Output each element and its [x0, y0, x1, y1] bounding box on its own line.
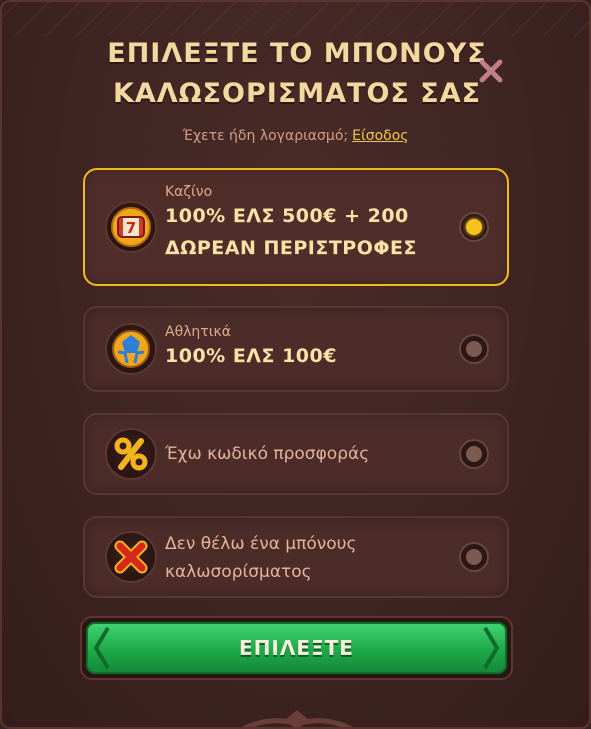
bonus-selection-modal: ΕΠΙΛΕΞΤΕ ΤΟ ΜΠΟΝΟΥΣ ΚΑΛΩΣΟΡΙΣΜΑΤΟΣ ΣΑΣ Έ…: [0, 0, 591, 729]
select-button-label: ΕΠΙΛΕΞΤΕ: [239, 636, 354, 660]
radio-dot: [466, 219, 482, 235]
option-no-bonus-radio[interactable]: [459, 542, 489, 572]
slot-reel-icon: 7: [105, 201, 157, 253]
close-x-icon: [479, 59, 503, 83]
close-button[interactable]: [474, 54, 508, 88]
option-sports-value: 100% ΕΛΣ 100€: [165, 345, 337, 367]
option-no-bonus-text-2: καλωσορίσματος: [165, 562, 312, 582]
option-casino-label: Καζίνο: [165, 184, 213, 200]
radio-dot: [466, 446, 482, 462]
title-line-1: ΕΠΙΛΕΞΤΕ ΤΟ ΜΠΟΝΟΥΣ: [107, 38, 487, 69]
option-promo-code-text: Έχω κωδικό προσφοράς: [165, 444, 370, 464]
red-x-icon: [105, 531, 157, 583]
modal-title: ΕΠΙΛΕΞΤΕ ΤΟ ΜΠΟΝΟΥΣ ΚΑΛΩΣΟΡΙΣΜΑΤΟΣ ΣΑΣ: [72, 34, 522, 114]
option-no-bonus[interactable]: Δεν θέλω ένα μπόνους καλωσορίσματος: [83, 516, 509, 598]
svg-text:7: 7: [126, 219, 136, 237]
login-link[interactable]: Είσοδος: [352, 128, 408, 144]
option-promo-code-radio[interactable]: [459, 439, 489, 469]
option-casino[interactable]: 7 Καζίνο 100% ΕΛΣ 500€ + 200 ΔΩΡΕΑΝ ΠΕΡΙ…: [83, 168, 509, 286]
option-casino-value-1: 100% ΕΛΣ 500€ + 200: [165, 205, 409, 227]
select-button[interactable]: ΕΠΙΛΕΞΤΕ: [86, 622, 507, 674]
option-no-bonus-text-1: Δεν θέλω ένα μπόνους: [165, 534, 357, 554]
left-ornament-icon: [93, 626, 110, 670]
option-casino-radio[interactable]: [459, 212, 489, 242]
cta-frame: ΕΠΙΛΕΞΤΕ: [80, 616, 513, 680]
right-ornament-icon: [483, 626, 500, 670]
football-icon: [105, 323, 157, 375]
radio-dot: [466, 341, 482, 357]
percent-icon: [105, 428, 157, 480]
bottom-ornament-icon: [241, 710, 353, 727]
login-prompt-text: Έχετε ήδη λογαριασμό;: [182, 128, 349, 144]
option-casino-value-2: ΔΩΡΕΑΝ ΠΕΡΙΣΤΡΟΦΕΣ: [165, 237, 417, 259]
option-sports[interactable]: Αθλητικά 100% ΕΛΣ 100€: [83, 306, 509, 392]
top-decorative-pattern: [2, 2, 589, 36]
title-line-2: ΚΑΛΩΣΟΡΙΣΜΑΤΟΣ ΣΑΣ: [112, 78, 482, 109]
option-promo-code[interactable]: Έχω κωδικό προσφοράς: [83, 413, 509, 495]
option-sports-radio[interactable]: [459, 334, 489, 364]
radio-dot: [466, 549, 482, 565]
login-prompt: Έχετε ήδη λογαριασμό; Είσοδος: [2, 128, 589, 144]
option-sports-label: Αθλητικά: [165, 324, 231, 340]
